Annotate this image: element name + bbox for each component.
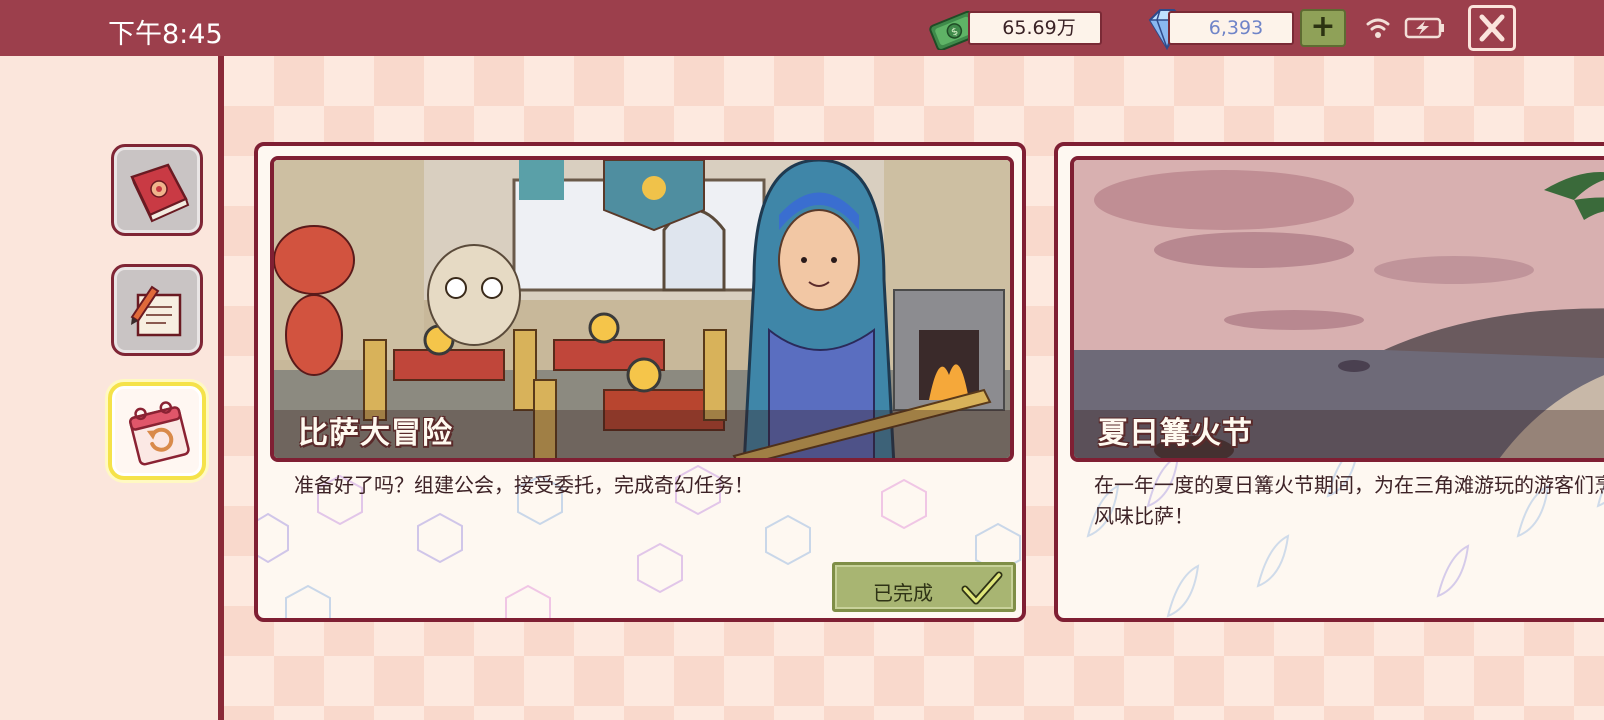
completed-label: 已完成 [873,581,933,605]
event-description-line: 在一年一度的夏日篝火节期间，为在三角滩游玩的游客们烹饪海洋 [1094,473,1604,497]
checkmark-icon [961,571,1003,605]
sidebar-item-orders[interactable] [111,264,203,356]
sidebar-item-recipe-book[interactable] [111,144,203,236]
calendar-replay-icon [129,401,190,466]
sidebar [0,56,222,720]
event-description-line: 风味比萨！ [1094,504,1194,528]
scroll-quill-icon [130,285,182,337]
event-card-summer-bonfire[interactable]: 夏日篝火节 在一年一度的夏日篝火节期间，为在三角滩游玩的游客们烹饪海洋 风味比萨… [1054,142,1604,622]
event-description: 准备好了吗？组建公会，接受委托，完成奇幻任务！ [294,473,754,497]
events-list[interactable]: 比萨大冒险 准备好了吗？组建公会，接受委托，完成奇幻任务！ 已完成 夏日篝火节 … [224,56,1604,720]
battery-charging-icon [1404,17,1444,39]
event-image-pizza-adventure: 比萨大冒险 [270,156,1014,462]
event-title: 比萨大冒险 [298,416,453,451]
close-icon [1479,14,1505,42]
money-counter: 65.69万 [968,11,1102,45]
gem-counter: 6,393 [1168,11,1294,45]
top-bar: 下午8:45 $ 65.69万 6,393 + [0,0,1604,56]
status-time: 下午8:45 [108,19,223,50]
wifi-icon [1366,18,1390,38]
close-button[interactable] [1468,5,1516,51]
completed-button[interactable]: 已完成 [832,562,1016,612]
event-card-pizza-adventure[interactable]: 比萨大冒险 准备好了吗？组建公会，接受委托，完成奇幻任务！ 已完成 [254,142,1026,622]
sidebar-item-past-events[interactable] [108,382,206,480]
add-currency-button[interactable]: + [1300,9,1346,47]
event-image-summer-bonfire: 夏日篝火节 [1070,156,1604,462]
event-description: 在一年一度的夏日篝火节期间，为在三角滩游玩的游客们烹饪海洋 风味比萨！ [1094,470,1604,532]
event-title: 夏日篝火节 [1098,416,1253,451]
book-icon [130,163,190,223]
